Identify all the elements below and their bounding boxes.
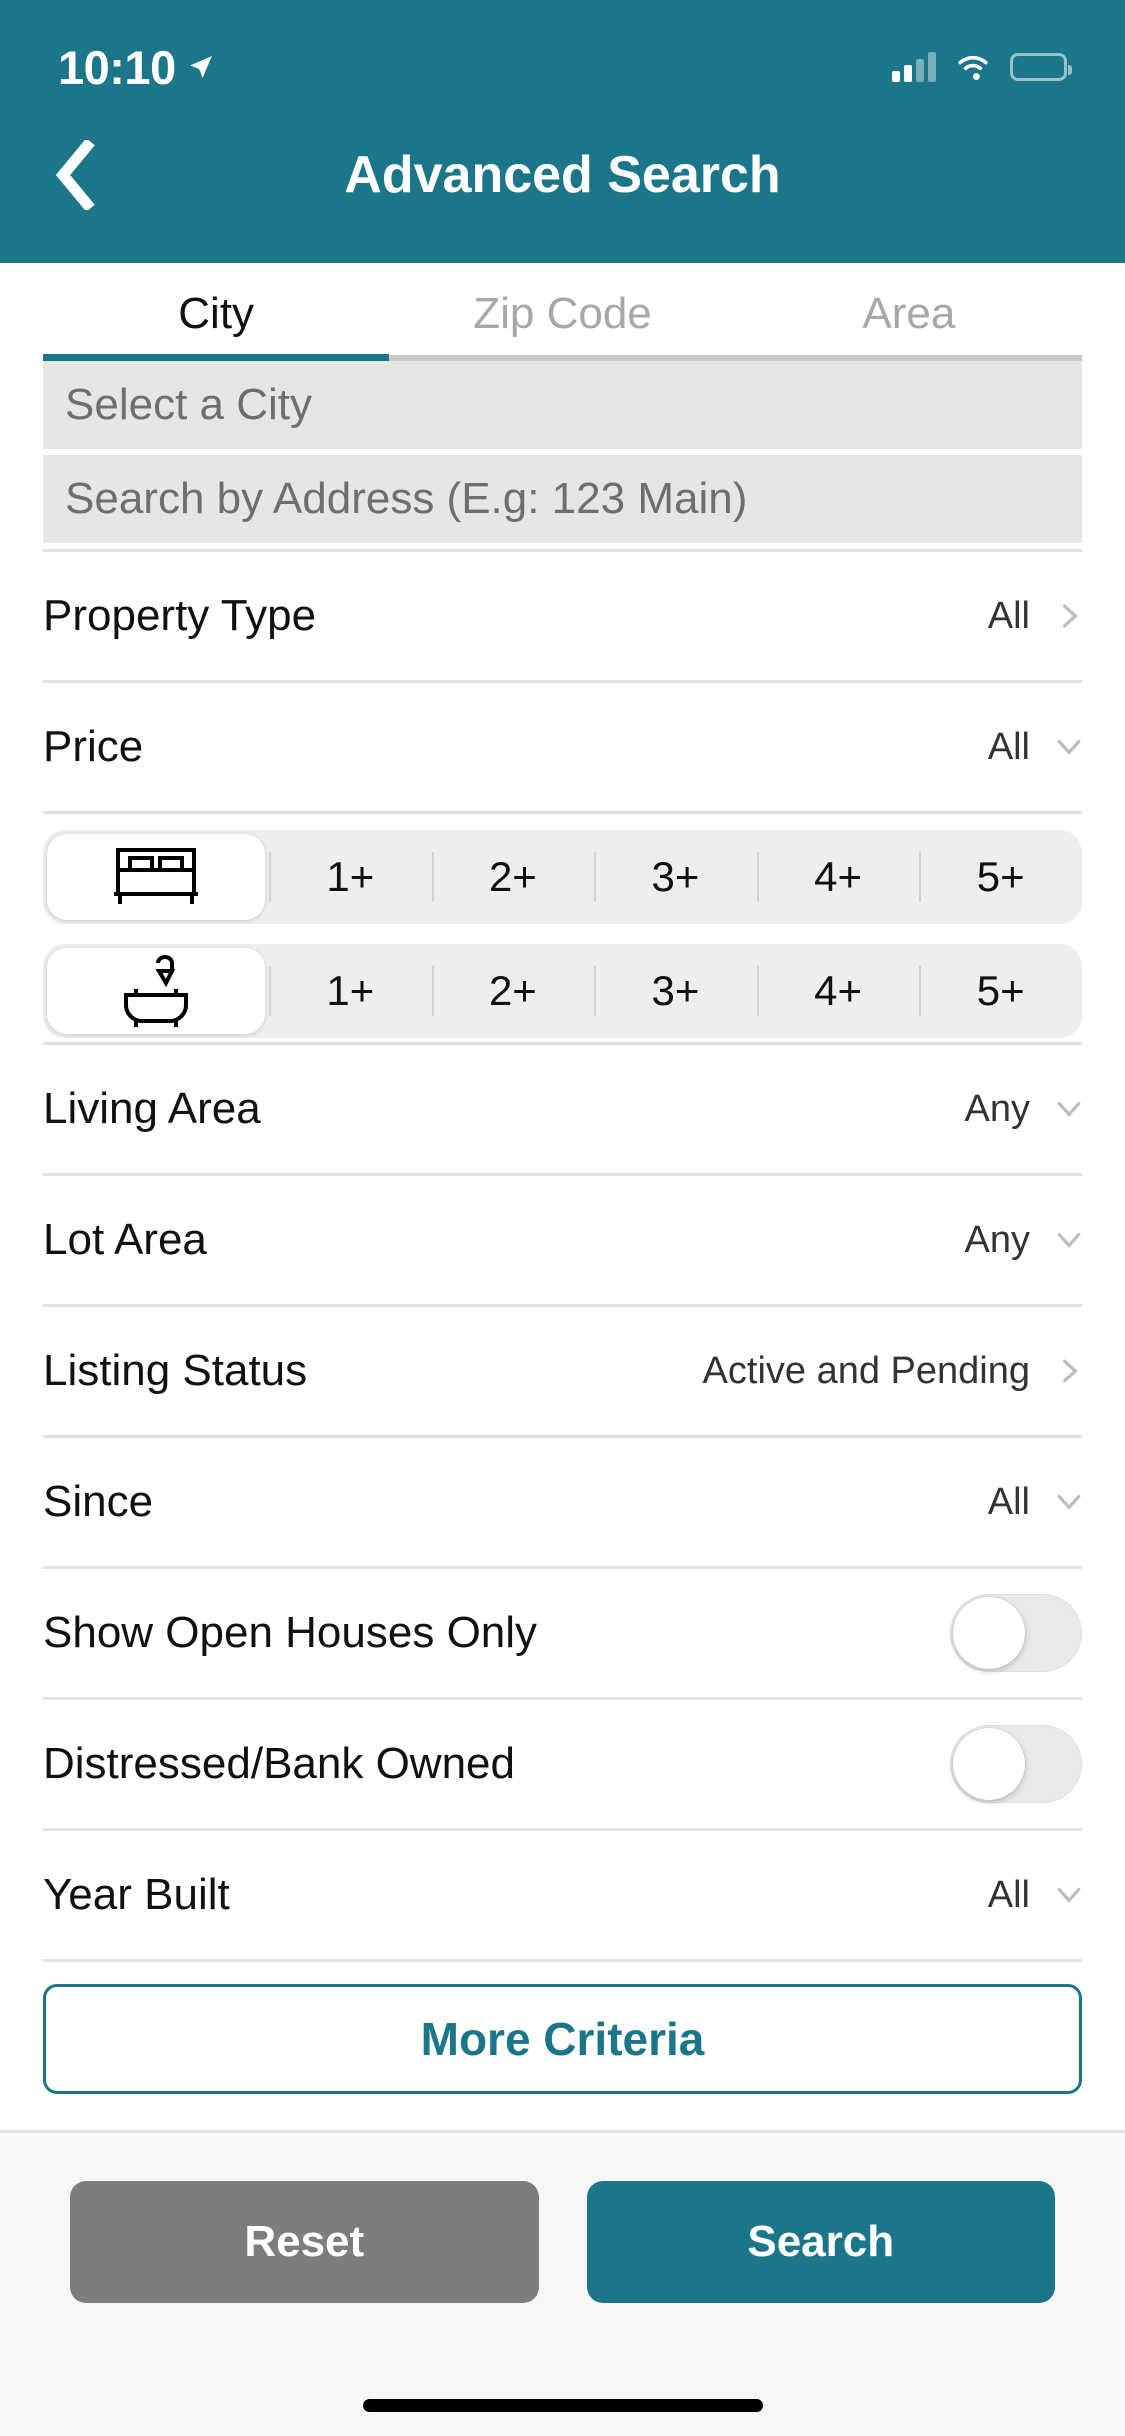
- beds-option-4[interactable]: 4+: [756, 830, 920, 924]
- status-bar-left: 10:10: [58, 40, 214, 95]
- beds-option-1[interactable]: 1+: [269, 830, 432, 924]
- year-built-value: All: [987, 1873, 1030, 1916]
- row-year-built[interactable]: Year Built All: [43, 1831, 1082, 1959]
- status-bar-right: [892, 52, 1072, 82]
- since-label: Since: [43, 1477, 154, 1526]
- home-indicator: [362, 2399, 763, 2412]
- search-button[interactable]: Search: [586, 2181, 1055, 2303]
- chevron-right-icon: [1063, 1359, 1078, 1383]
- baths-option-1[interactable]: 1+: [269, 944, 432, 1038]
- chevron-down-icon: [1057, 1101, 1081, 1117]
- listing-status-value: Active and Pending: [702, 1349, 1030, 1392]
- listing-status-right: Active and Pending: [703, 1350, 1082, 1393]
- action-buttons: Reset Search: [0, 2133, 1125, 2303]
- chevron-down-icon: [1057, 1494, 1081, 1510]
- row-lot-area[interactable]: Lot Area Any: [43, 1176, 1082, 1304]
- baths-option-4[interactable]: 4+: [756, 944, 920, 1038]
- city-select-field[interactable]: Select a City: [43, 361, 1082, 449]
- baths-option-5[interactable]: 5+: [919, 944, 1082, 1038]
- bed-icon: [114, 848, 198, 904]
- tab-zip-code-label: Zip Code: [473, 289, 652, 338]
- show-open-houses-toggle[interactable]: [950, 1594, 1082, 1672]
- price-right: All: [988, 726, 1082, 769]
- year-built-label: Year Built: [43, 1870, 230, 1919]
- wifi-icon: [958, 55, 988, 80]
- address-search-field[interactable]: Search by Address (E.g: 123 Main): [43, 455, 1082, 543]
- more-criteria-label: More Criteria: [420, 2013, 705, 2065]
- search-type-tabs: City Zip Code Area: [0, 263, 1125, 361]
- chevron-left-icon: [55, 140, 95, 210]
- page-title: Advanced Search: [344, 146, 781, 204]
- address-search-placeholder: Search by Address (E.g: 123 Main): [65, 474, 748, 523]
- since-value: All: [987, 1480, 1030, 1523]
- price-label: Price: [43, 722, 144, 771]
- tab-area-indicator: [735, 355, 1082, 361]
- battery-full-icon: [1010, 53, 1072, 81]
- city-select-placeholder: Select a City: [65, 380, 312, 429]
- baths-option-3[interactable]: 3+: [594, 944, 757, 1038]
- tab-city[interactable]: City: [43, 263, 390, 361]
- tab-zip-code[interactable]: Zip Code: [389, 263, 736, 361]
- bottom-action-bar: Reset Search: [0, 2130, 1125, 2436]
- bathtub-icon: [124, 955, 188, 1027]
- more-criteria-button[interactable]: More Criteria: [43, 1984, 1082, 2094]
- lot-area-value: Any: [964, 1218, 1030, 1261]
- tab-area[interactable]: Area: [735, 263, 1082, 361]
- listing-status-label: Listing Status: [43, 1346, 308, 1395]
- beds-option-3[interactable]: 3+: [594, 830, 757, 924]
- row-show-open-houses[interactable]: Show Open Houses Only: [43, 1569, 1082, 1697]
- tab-zip-code-indicator: [389, 355, 736, 361]
- lot-area-label: Lot Area: [43, 1215, 207, 1264]
- filters-list: Select a City Search by Address (E.g: 12…: [0, 361, 1125, 2094]
- beds-segmented-control-wrap: 1+ 2+ 3+ 4+ 5+: [43, 814, 1082, 928]
- advanced-search-screen: 10:10 Advanced Search City Zip Code Area…: [0, 0, 1125, 2436]
- property-type-value: All: [987, 594, 1030, 637]
- app-header: 10:10 Advanced Search: [0, 0, 1125, 263]
- chevron-down-icon: [1057, 1887, 1081, 1903]
- row-since[interactable]: Since All: [43, 1438, 1082, 1566]
- tab-area-label: Area: [862, 289, 956, 338]
- beds-option-2[interactable]: 2+: [431, 830, 595, 924]
- lot-area-right: Any: [965, 1219, 1082, 1262]
- cellular-signal-icon: [892, 52, 936, 82]
- toggle-knob: [953, 1597, 1025, 1669]
- distressed-label: Distressed/Bank Owned: [43, 1739, 515, 1788]
- status-bar-time: 10:10: [58, 40, 176, 94]
- bed-icon-segment[interactable]: [47, 834, 265, 920]
- status-bar: 10:10: [0, 0, 1125, 100]
- price-value: All: [987, 725, 1030, 768]
- property-type-right: All: [988, 595, 1082, 638]
- bathtub-icon-segment[interactable]: [47, 948, 265, 1034]
- tab-city-label: City: [178, 289, 255, 338]
- property-type-label: Property Type: [43, 591, 317, 640]
- living-area-value: Any: [964, 1087, 1030, 1130]
- living-area-label: Living Area: [43, 1084, 261, 1133]
- row-living-area[interactable]: Living Area Any: [43, 1045, 1082, 1173]
- row-distressed-bank-owned[interactable]: Distressed/Bank Owned: [43, 1700, 1082, 1828]
- divider: [43, 1959, 1082, 1962]
- chevron-down-icon: [1057, 739, 1081, 755]
- location-arrow-icon: [189, 56, 212, 78]
- beds-segmented-control: 1+ 2+ 3+ 4+ 5+: [43, 830, 1082, 924]
- chevron-right-icon: [1063, 604, 1078, 628]
- since-right: All: [988, 1481, 1082, 1524]
- chevron-down-icon: [1057, 1232, 1081, 1248]
- toggle-knob: [953, 1728, 1025, 1800]
- row-listing-status[interactable]: Listing Status Active and Pending: [43, 1307, 1082, 1435]
- row-price[interactable]: Price All: [43, 683, 1082, 811]
- baths-segmented-control: 1+ 2+ 3+ 4+ 5+: [43, 944, 1082, 1038]
- navigation-bar: Advanced Search: [0, 100, 1125, 250]
- reset-button[interactable]: Reset: [70, 2181, 539, 2303]
- baths-option-2[interactable]: 2+: [431, 944, 595, 1038]
- tab-city-indicator: [43, 354, 390, 361]
- distressed-toggle[interactable]: [950, 1725, 1082, 1803]
- show-open-houses-label: Show Open Houses Only: [43, 1608, 538, 1657]
- baths-segmented-control-wrap: 1+ 2+ 3+ 4+ 5+: [43, 928, 1082, 1042]
- back-button[interactable]: [40, 140, 110, 210]
- beds-option-5[interactable]: 5+: [919, 830, 1082, 924]
- living-area-right: Any: [965, 1088, 1082, 1131]
- year-built-right: All: [988, 1874, 1082, 1917]
- row-property-type[interactable]: Property Type All: [43, 552, 1082, 680]
